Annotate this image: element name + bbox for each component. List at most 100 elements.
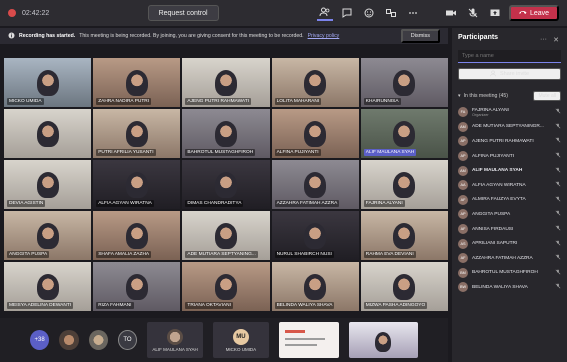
share-screen-icon[interactable] (487, 5, 503, 21)
close-icon[interactable]: ✕ (553, 36, 559, 44)
participant-video (304, 274, 327, 301)
participant-video (125, 223, 148, 250)
participant-row[interactable]: AM ALIF MAULANA SYAH (458, 163, 561, 178)
participant-name-label: RIZA FAHMANI (96, 302, 134, 309)
video-tile[interactable]: BELINDA WALIYA SHAVA (271, 262, 359, 311)
participant-name-label: DIMAS CHANDRADITYA (185, 200, 244, 207)
avatar: AF (458, 253, 468, 264)
avatar (167, 328, 184, 345)
pinned-tile-alif[interactable]: ALIF MAULANA SYAH (147, 322, 204, 358)
mute-all-button[interactable]: Mute all (533, 91, 561, 101)
participant-row[interactable]: AP ALFINA PUJIYANTI (458, 149, 561, 164)
participant-video (393, 172, 416, 199)
video-tile[interactable]: NURUL SHABIRCH NUSI (271, 211, 359, 260)
participant-video (125, 274, 148, 301)
breakout-rooms-icon[interactable] (383, 5, 399, 21)
shared-slide-thumbnail[interactable] (278, 322, 339, 358)
video-tile[interactable]: ALFIA AGYAN WIRATNA (93, 160, 181, 209)
participant-video (304, 121, 327, 148)
leave-label: Leave (529, 9, 550, 17)
participant-name-label: ZAHRA NADIRA PUTRI (96, 98, 152, 105)
avatar: BW (458, 282, 468, 293)
video-tile[interactable]: DEVIA AGISTIN (4, 160, 92, 209)
participants-toggle-icon[interactable] (316, 5, 333, 21)
video-tile[interactable]: SHAFA AMALIA ZAZHA (93, 211, 181, 260)
mic-muted-icon[interactable] (465, 5, 481, 21)
video-tile[interactable]: KHAIRUNNISA (360, 58, 448, 107)
participant-video (393, 223, 416, 250)
video-tile[interactable]: RIZA FAHMANI (93, 262, 181, 311)
mic-muted-icon (555, 254, 561, 262)
participant-name: BELINDA WALIYA SHAVA (472, 284, 528, 290)
participant-avatar[interactable] (59, 330, 79, 350)
participant-row[interactable]: AA ALFIA AGYAN WIRATNA (458, 178, 561, 193)
participant-avatar-initials[interactable]: TO (117, 330, 138, 350)
participant-video (125, 121, 148, 148)
participant-row[interactable]: AF ANNISA FIRDAUSI (458, 222, 561, 237)
request-control-button[interactable]: Request control (147, 5, 219, 21)
participant-row[interactable]: BW BELINDA WALIYA SHAVA (458, 280, 561, 295)
participant-name: APRILIANI SAPUTRI (472, 241, 518, 247)
video-tile[interactable]: AZZAHRA FATIMAH AZZRA (271, 160, 359, 209)
video-tile[interactable]: AJENG PUTRI RAHMAWATI (182, 58, 270, 107)
participant-video (36, 121, 59, 148)
video-tile[interactable]: ZAHRA NADIRA PUTRI (93, 58, 181, 107)
dismiss-button[interactable]: Dismiss (400, 29, 440, 43)
participant-search-input[interactable] (458, 50, 561, 63)
more-options-icon[interactable]: ··· (540, 36, 547, 43)
pinned-tile-micko[interactable]: MU MICKO UMIDA (213, 322, 269, 358)
participant-row[interactable]: AM ADE MUTIARA SEPTYANINGR... (458, 120, 561, 135)
reactions-icon[interactable] (361, 5, 377, 21)
video-tile[interactable] (4, 109, 92, 158)
video-tile[interactable]: ALIF MAULANA SYAH (360, 109, 448, 158)
leave-button[interactable]: Leave (508, 5, 560, 21)
participant-name-label: BELINDA WALIYA SHAVA (274, 302, 335, 309)
video-tile[interactable]: LOLITA MAHARANI (271, 58, 359, 107)
video-tile[interactable]: DIMAS CHANDRADITYA (182, 160, 270, 209)
video-tile[interactable]: FAJRINA ALYANI (360, 160, 448, 209)
video-tile[interactable]: PUTRI AFRILIA YUSANTI (93, 109, 181, 158)
video-tile[interactable]: MEISYA ADELINA DEWANTI (4, 262, 92, 311)
chat-icon[interactable] (339, 5, 355, 21)
participant-row[interactable]: AP ANGGITA PUSPA (458, 207, 561, 222)
participant-avatar[interactable] (88, 330, 108, 350)
participant-row[interactable]: FA FAJRINA ALYANI Organizer (458, 105, 561, 120)
video-tile[interactable]: MIZWA PASHA ADINGOYO (360, 262, 448, 311)
more-participants-button[interactable]: +38 (30, 330, 50, 350)
camera-icon[interactable] (443, 5, 459, 21)
participant-name: BAHROTUL MUSTAGHFIROH (472, 270, 538, 276)
participant-video (125, 172, 148, 199)
info-icon (8, 32, 15, 41)
privacy-policy-link[interactable]: Privacy policy (308, 33, 340, 39)
participant-row[interactable]: AS APRILIANI SAPUTRI (458, 236, 561, 251)
participant-row[interactable]: AP AJENG PUTRI RAHMAWATI (458, 134, 561, 149)
participant-row[interactable]: AF AZZAHRA FATIMAH AZZRA (458, 251, 561, 266)
participant-video (36, 70, 59, 97)
participant-video (36, 172, 59, 199)
video-tile[interactable]: ALFINA PUJIYANTI (271, 109, 359, 158)
more-actions-icon[interactable] (405, 5, 421, 21)
video-tile[interactable]: MICKO UMIDA (4, 58, 92, 107)
in-meeting-section[interactable]: ▾ In this meeting (45) Mute all (458, 91, 561, 101)
self-camera-preview[interactable] (348, 322, 418, 358)
participant-video (214, 70, 237, 97)
recording-banner: Recording has started. This meeting is b… (0, 28, 448, 44)
video-tile[interactable]: BAHROTUL MUSTAGHFIROH (182, 109, 270, 158)
share-invite-button[interactable]: Share invite (458, 68, 561, 80)
participant-name-label: PUTRI AFRILIA YUSANTI (96, 149, 156, 156)
video-tile[interactable]: RAHMA EVA DEVIANI (360, 211, 448, 260)
participant-video (304, 70, 327, 97)
participant-name: ALIF MAULANA SYAH (472, 168, 523, 174)
avatar: AS (458, 238, 468, 249)
mic-muted-icon (555, 283, 561, 291)
participant-row[interactable]: BM BAHROTUL MUSTAGHFIROH (458, 266, 561, 281)
participant-name-label: LOLITA MAHARANI (274, 98, 322, 105)
video-tile[interactable]: ADE MUTIARA SEPTYANING... (182, 211, 270, 260)
chevron-down-icon: ▾ (458, 93, 461, 99)
participant-name-label: SHAFA AMALIA ZAZHA (96, 251, 152, 258)
video-tile[interactable]: TRIANA OKTAVIANI (182, 262, 270, 311)
mic-muted-icon (555, 123, 561, 131)
video-tile[interactable]: ANGGITA PUSPA (4, 211, 92, 260)
participant-row[interactable]: AF ALMIRA FAUZYA EVYTA (458, 193, 561, 208)
participant-list: FA FAJRINA ALYANI Organizer AM ADE MUTIARA S… (458, 105, 561, 295)
